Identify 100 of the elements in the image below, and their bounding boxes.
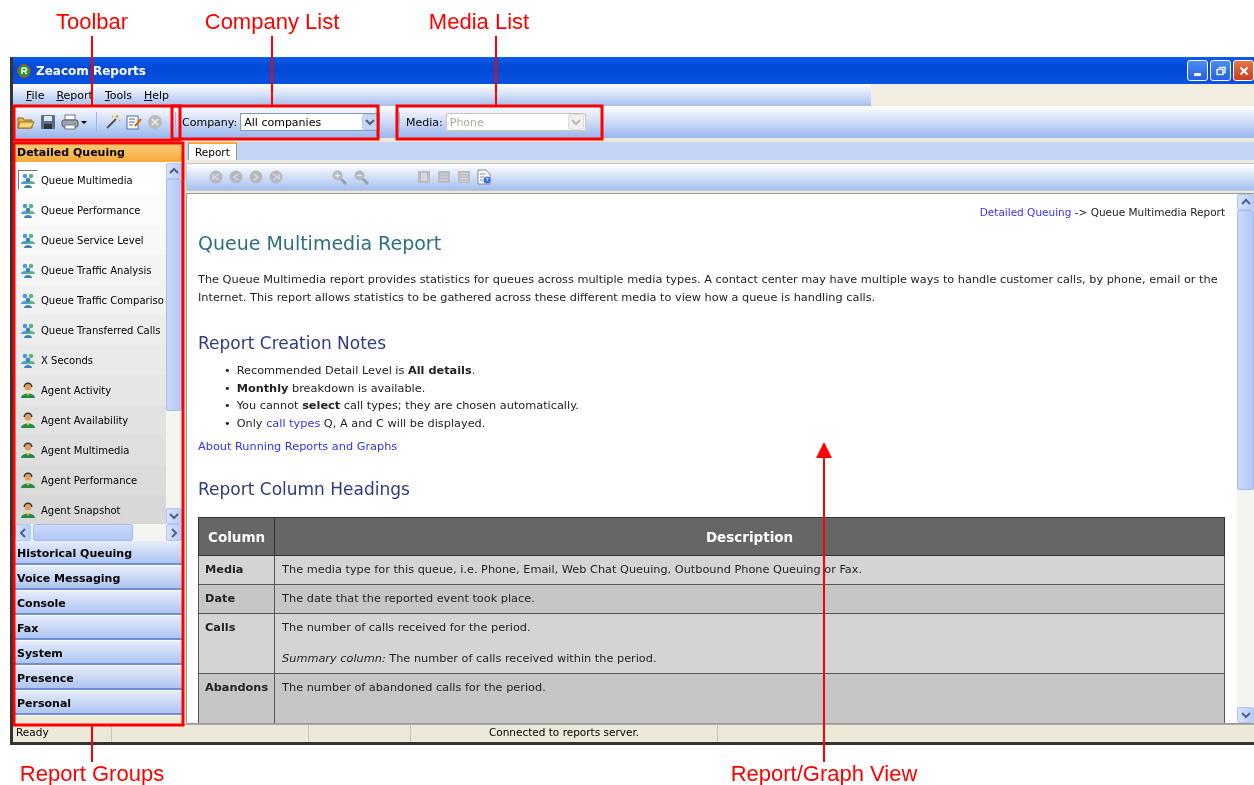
report-list-item[interactable]: Queue Transferred Calls — [15, 315, 166, 345]
table-cell: Media — [198, 555, 275, 585]
person-headset-icon — [20, 502, 36, 518]
people-group-icon — [20, 322, 36, 338]
callout-label: Report Groups — [19, 761, 165, 785]
person-headset-icon — [20, 382, 36, 398]
report-group-header[interactable]: Voice Messaging — [14, 566, 182, 591]
status-text: Ready — [13, 725, 112, 742]
report-list-item[interactable]: X Seconds — [15, 345, 166, 375]
summary-note: Summary column: The number of calls received within the period. — [282, 652, 658, 665]
person-headset-icon — [20, 472, 36, 488]
help-document-icon[interactable] — [477, 169, 491, 185]
table-cell: Date — [198, 584, 275, 614]
zoom-out-icon[interactable] — [353, 169, 369, 185]
table-cell-text: The number of calls received for the period. — [282, 621, 532, 634]
table-cell-text: The media type for this queue, i.e. Phone, Email, Web Chat Queuing, Outbound Phone Queuing or Fax. — [282, 563, 864, 576]
save-icon[interactable] — [40, 114, 56, 130]
note-item: Recommended Detail Level is All details. — [236, 363, 476, 379]
print-icon[interactable] — [61, 114, 79, 130]
people-group-icon — [20, 292, 36, 308]
person-headset-icon — [20, 442, 36, 458]
section-heading: Report Column Headings — [198, 479, 411, 499]
people-group-icon — [20, 202, 36, 218]
menu-item[interactable]: File — [21, 87, 50, 103]
table-cell-text: The date that the reported event took place. — [282, 592, 536, 605]
zoom-in-icon[interactable] — [331, 169, 347, 185]
section-heading: Report Creation Notes — [198, 333, 388, 353]
report-group-header[interactable]: System — [14, 641, 182, 666]
edit-document-icon[interactable] — [126, 114, 142, 130]
bullet: • — [224, 398, 231, 414]
call-types-link[interactable]: call types — [266, 416, 321, 430]
vertical-scrollbar[interactable] — [166, 163, 182, 524]
people-group-icon — [20, 352, 36, 368]
close-button[interactable] — [1233, 60, 1254, 81]
media-label: Media: — [406, 115, 443, 129]
callout-label: Company List — [204, 9, 340, 35]
report-group-header[interactable]: Presence — [14, 666, 182, 691]
breadcrumb: Detailed Queuing -> Queue Multimedia Report — [978, 206, 1225, 218]
menu-item[interactable]: Report — [51, 87, 98, 103]
chevron-up-icon[interactable] — [169, 167, 179, 175]
person-headset-icon — [20, 412, 36, 428]
menu-item[interactable]: Tools — [99, 87, 137, 103]
restore-button[interactable] — [1210, 60, 1231, 81]
report-title: Queue Multimedia Report — [198, 232, 443, 254]
people-group-icon — [20, 232, 36, 248]
report-description: The Queue Multimedia report provides statistics for queues across multiple media types. A contact center may have multiple ways to handle customer calls, by phone, email or the Internet. This report allows statistics to be gathered across these different media to view how a queue is handling calls. — [198, 272, 1219, 306]
callout-label: Media List — [428, 9, 530, 35]
note-item: You cannot select call types; they are chosen automatically. — [236, 398, 579, 414]
table-cell: Abandons — [198, 673, 275, 723]
note-item: Monthly breakdown is available. — [236, 380, 426, 397]
window-title: Zeacom Reports — [36, 63, 146, 78]
company-label: Company: — [182, 115, 238, 129]
report-list-item[interactable]: Queue Traffic Analysis — [15, 255, 166, 285]
leader-line — [495, 35, 497, 107]
bullet: • — [224, 380, 231, 397]
people-group-icon — [20, 172, 36, 188]
chevron-up-icon[interactable] — [1240, 198, 1251, 206]
chevron-down-icon[interactable] — [1240, 711, 1251, 719]
magic-wand-icon[interactable] — [105, 114, 121, 130]
help-link[interactable]: About Running Reports and Graphs — [198, 440, 398, 453]
report-list-item[interactable]: Agent Multimedia — [15, 435, 166, 465]
close-icon — [1238, 65, 1249, 76]
chevron-left-icon[interactable] — [19, 527, 27, 538]
report-list-item[interactable]: Queue Service Level — [15, 225, 166, 255]
report-group-header[interactable]: Console — [14, 591, 182, 616]
report-list-item[interactable]: Agent Snapshot — [15, 495, 166, 524]
leader-line — [91, 724, 93, 763]
vertical-scrollbar[interactable] — [1237, 194, 1254, 723]
report-group-header[interactable]: Personal — [14, 691, 182, 716]
report-tab[interactable]: Report — [188, 142, 237, 160]
horizontal-scrollbar[interactable] — [15, 524, 182, 541]
callout-label: Toolbar — [55, 9, 129, 35]
table-cell-text: The number of abandoned calls for the period. — [282, 681, 547, 694]
report-list-item[interactable]: Agent Activity — [15, 375, 166, 405]
report-group-header[interactable]: Historical Queuing — [14, 541, 182, 566]
report-list-item[interactable]: Queue Traffic Compariso — [15, 285, 166, 315]
bullet: • — [224, 415, 231, 432]
restore-icon — [1215, 65, 1226, 76]
report-list-item[interactable]: Agent Performance — [15, 465, 166, 495]
column-header: Column — [198, 517, 275, 556]
chevron-down-icon[interactable] — [169, 512, 179, 520]
people-group-icon — [20, 262, 36, 278]
report-group-header[interactable]: Fax — [14, 616, 182, 641]
app-logo-icon — [17, 63, 31, 78]
menu-item[interactable]: Help — [139, 87, 175, 103]
column-header: Description — [274, 517, 1225, 556]
table-cell: Calls — [198, 613, 275, 674]
report-list-item[interactable]: Queue Performance — [15, 195, 166, 225]
minimize-button[interactable] — [1187, 60, 1208, 81]
bullet: • — [224, 363, 231, 379]
note-item: Only call types Q, A and C will be displayed. — [236, 415, 486, 432]
minimize-icon — [1194, 73, 1201, 76]
chevron-right-icon[interactable] — [170, 527, 178, 538]
callout-label: Report/Graph View — [730, 761, 918, 785]
open-folder-icon[interactable] — [17, 114, 35, 130]
breadcrumb-link[interactable]: Detailed Queuing — [979, 206, 1072, 218]
status-text: Connected to reports server. — [411, 725, 718, 742]
leader-line — [91, 35, 93, 107]
leader-line — [271, 35, 273, 107]
report-list-item[interactable]: Agent Availability — [15, 405, 166, 435]
